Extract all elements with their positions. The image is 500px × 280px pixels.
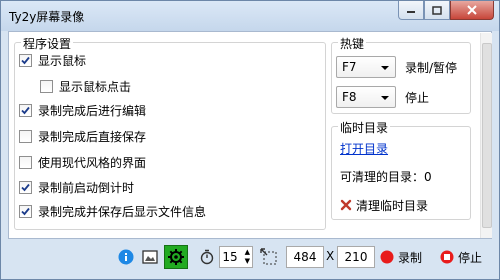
record-hotkey-select[interactable]: F7 [336,56,396,78]
stop-button[interactable]: 停止 [440,247,482,267]
tempdir-group-label: 临时目录 [338,119,391,136]
checkbox-box[interactable] [19,53,32,67]
timer-icon-wrap [198,248,216,266]
checkmark-icon [21,183,30,191]
stop-label: 停止 [458,250,483,265]
height-input[interactable]: 210 [337,246,375,268]
width-value: 484 [293,250,317,264]
screenshot-button[interactable] [141,248,159,266]
cleanable-count: 可清理的目录：0 [340,170,432,184]
bottom-toolbar: 15 ▲ ▼ 484 X 210 录制 停止 [1,241,499,279]
record-button[interactable]: 录制 [380,247,422,267]
close-icon [467,5,477,15]
size-separator: X [326,249,335,263]
checkbox-modern-ui[interactable]: 使用现代风格的界面 [19,153,146,171]
info-icon [118,249,134,265]
maximize-button[interactable] [424,1,450,20]
dropdown-arrow-icon [381,66,389,70]
checkbox-label: 使用现代风格的界面 [38,155,147,170]
width-input[interactable]: 484 [286,246,324,268]
window-controls [398,1,494,21]
gear-icon [168,249,184,265]
app-window: Ty2y屏幕录像 程序设置 显示鼠标 显示鼠标点击 录制完成后进行编辑 录制完成… [0,0,500,280]
checkmark-icon [21,207,30,215]
scrollbar-thumb[interactable] [482,43,492,228]
clear-temp-button[interactable]: 清理临时目录 [340,196,428,214]
x-mark-icon [340,199,352,211]
record-hotkey-label: 录制/暂停 [405,61,458,75]
settings-button[interactable] [164,245,188,269]
checkbox-box[interactable] [19,129,32,143]
spinner-arrows-icon[interactable]: ▲ ▼ [245,248,250,266]
checkbox-show-mouse[interactable]: 显示鼠标 [19,51,86,69]
checkmark-icon [21,106,30,114]
checkbox-label: 录制前启动倒计时 [38,180,135,195]
checkbox-box[interactable] [19,204,32,218]
checkbox-box[interactable] [40,79,53,93]
title-bar[interactable]: Ty2y屏幕录像 [1,1,499,31]
record-label: 录制 [398,250,423,265]
minimize-icon [407,11,415,13]
height-value: 210 [344,250,368,264]
countdown-value: 15 [222,250,238,264]
record-hotkey-value: F7 [342,60,357,74]
stopwatch-icon [200,249,214,265]
checkbox-countdown[interactable]: 录制前启动倒计时 [19,178,134,196]
checkbox-save-after-record[interactable]: 录制完成后直接保存 [19,127,146,145]
resize-area-icon [260,248,277,265]
stop-icon [440,250,454,264]
record-icon [380,250,394,264]
window-title: Ty2y屏幕录像 [9,10,85,24]
image-icon [142,250,158,264]
checkbox-box[interactable] [19,155,32,169]
checkbox-show-mouse-click[interactable]: 显示鼠标点击 [40,77,131,95]
stop-hotkey-label: 停止 [405,91,430,105]
info-button[interactable] [117,248,135,266]
countdown-spinner[interactable]: 15 ▲ ▼ [219,246,253,268]
maximize-icon [432,5,442,15]
checkbox-label: 显示鼠标 [38,53,87,68]
checkbox-label: 录制完成后直接保存 [38,129,147,144]
checkbox-box[interactable] [19,180,32,194]
checkmark-icon [21,56,30,64]
close-button[interactable] [450,1,494,20]
settings-group-label: 程序设置 [21,35,74,52]
checkbox-show-file-info[interactable]: 录制完成并保存后显示文件信息 [19,202,206,220]
stop-hotkey-value: F8 [342,90,357,104]
hotkeys-group-label: 热键 [338,35,367,52]
checkbox-box[interactable] [19,103,32,117]
minimize-button[interactable] [398,1,424,20]
dropdown-arrow-icon [381,96,389,100]
clear-temp-label: 清理临时目录 [356,198,429,213]
scrollbar[interactable] [480,33,492,238]
checkbox-edit-after-record[interactable]: 录制完成后进行编辑 [19,101,146,119]
stop-hotkey-select[interactable]: F8 [336,86,396,108]
checkbox-label: 显示鼠标点击 [59,79,132,94]
open-dir-link[interactable]: 打开目录 [340,140,388,157]
client-area: 程序设置 显示鼠标 显示鼠标点击 录制完成后进行编辑 录制完成后直接保存 使用现… [8,31,492,239]
checkbox-label: 录制完成并保存后显示文件信息 [38,204,207,219]
resize-icon-wrap [259,247,279,267]
checkbox-label: 录制完成后进行编辑 [38,103,147,118]
